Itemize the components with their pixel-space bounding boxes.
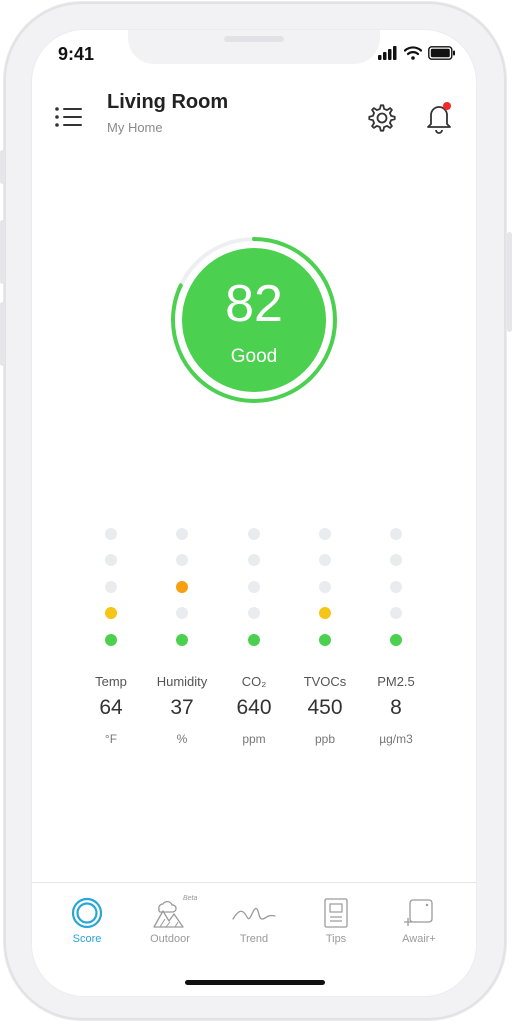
phone-volume-down [0, 302, 5, 366]
sensor-level-dot [248, 607, 260, 620]
sensor-pm25-dots [351, 528, 441, 654]
sensor-level-dot [390, 580, 402, 593]
sensor-level-dot [390, 607, 402, 620]
status-icons [378, 46, 456, 60]
tab-label: Awair+ [402, 933, 436, 945]
sensor-level-dot [319, 633, 331, 646]
tab-label: Tips [325, 933, 347, 945]
sensor-level-dot [319, 554, 331, 567]
notch [128, 30, 380, 64]
trend-icon [232, 907, 276, 920]
sensor-level-dot [390, 528, 402, 540]
wifi-icon [404, 46, 422, 60]
tab-trend[interactable]: Trend [219, 897, 289, 957]
sensor-level-dot [105, 554, 117, 567]
notification-dot [443, 102, 451, 110]
score-value: 82 [225, 275, 283, 333]
menu-list-icon[interactable] [54, 104, 84, 130]
app-screen: 9:41 Living Room My Home 82 Good Temp 64… [32, 30, 476, 996]
sensor-level-dot [390, 633, 402, 646]
sensor-level-dot [390, 554, 402, 567]
tab-score[interactable]: Score [52, 897, 122, 957]
sensor-level-dot [176, 580, 188, 593]
sensor-level-dot [176, 607, 188, 620]
tab-label: Score [72, 933, 102, 945]
awair-plus-icon [404, 899, 433, 926]
score-icon [71, 897, 103, 929]
tab-outdoor[interactable]: Beta Outdoor [135, 895, 205, 957]
sensor-level-dot [248, 580, 260, 593]
sensor-level-dot [319, 528, 331, 540]
notification-bell-icon[interactable] [423, 100, 455, 134]
sensor-unit: µg/m3 [379, 732, 413, 746]
score-gauge[interactable]: 82 Good [170, 236, 338, 404]
speaker-grille [224, 36, 284, 42]
sensor-level-dot [105, 528, 117, 540]
phone-silent-switch [0, 150, 5, 184]
phone-volume-up [0, 220, 5, 284]
sensor-level-dot [248, 633, 260, 646]
battery-icon [428, 46, 455, 60]
tab-bar: Score Beta Outdoor Trend Tips Awair+ [32, 882, 476, 996]
phone-power-button [507, 232, 512, 332]
room-title: Living Room [107, 91, 229, 113]
gear-icon[interactable] [366, 102, 398, 134]
status-time: 9:41 [58, 44, 95, 64]
tab-label: Outdoor [150, 933, 190, 945]
tab-tips[interactable]: Tips [301, 897, 371, 957]
sensor-pm25[interactable]: PM2.5 8 µg/m3 [351, 528, 441, 746]
sensor-level-dot [248, 554, 260, 567]
home-indicator [185, 980, 325, 985]
tab-awair-plus[interactable]: Awair+ [384, 897, 454, 957]
sensor-level-dot [105, 633, 117, 646]
sensor-level-dot [176, 528, 188, 540]
score-label: Good [230, 346, 278, 367]
sensor-level-dot [319, 607, 331, 620]
sensor-level-dot [176, 633, 188, 646]
sensor-level-dot [176, 554, 188, 567]
sensor-level-dot [319, 580, 331, 593]
sensor-name: PM2.5 [377, 674, 415, 689]
sensor-level-dot [105, 580, 117, 593]
tips-icon [324, 898, 348, 928]
sensor-level-dot [248, 528, 260, 540]
tab-label: Trend [239, 933, 269, 945]
cellular-signal-icon [378, 46, 397, 60]
home-subtitle: My Home [107, 120, 163, 135]
beta-badge: Beta [183, 895, 198, 902]
sensor-value: 8 [390, 696, 402, 719]
sensor-level-dot [105, 607, 117, 620]
